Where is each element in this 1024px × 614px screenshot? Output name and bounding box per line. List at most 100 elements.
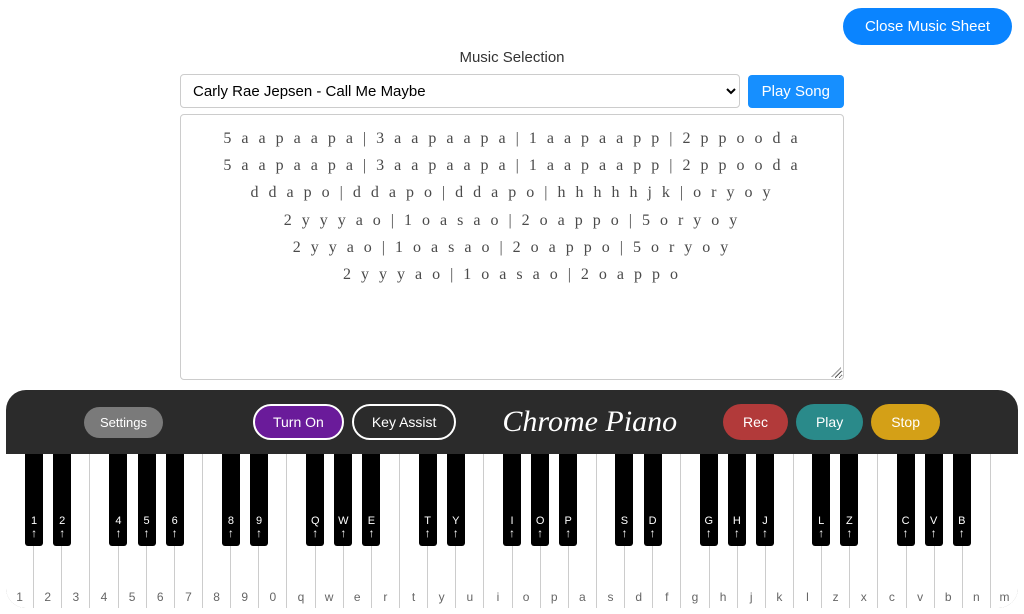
music-sheet-textarea[interactable]: 5 a a p a a p a | 3 a a p a a p a | 1 a … [180, 114, 844, 380]
black-key[interactable]: C↑ [897, 454, 915, 546]
white-key-label: 7 [175, 590, 202, 604]
black-key-label: P↑ [559, 515, 577, 540]
white-key-label: k [766, 590, 793, 604]
white-key-label: r [372, 590, 399, 604]
black-key-label: 9↑ [250, 515, 268, 540]
white-key-label: i [484, 590, 511, 604]
sheet-line: 5 a a p a a p a | 3 a a p a a p a | 1 a … [195, 125, 829, 152]
black-key[interactable]: 8↑ [222, 454, 240, 546]
black-key[interactable]: Z↑ [840, 454, 858, 546]
black-key-label: 2↑ [53, 515, 71, 540]
black-key-label: D↑ [644, 515, 662, 540]
black-key[interactable]: 2↑ [53, 454, 71, 546]
black-key-label: V↑ [925, 515, 943, 540]
black-key[interactable]: W↑ [334, 454, 352, 546]
black-key-label: I↑ [503, 515, 521, 540]
black-key-label: B↑ [953, 515, 971, 540]
black-key[interactable]: 1↑ [25, 454, 43, 546]
piano-panel: Settings Turn On Key Assist Chrome Piano… [6, 390, 1018, 608]
black-key[interactable]: E↑ [362, 454, 380, 546]
black-key[interactable]: O↑ [531, 454, 549, 546]
black-key-label: Q↑ [306, 515, 324, 540]
white-key-label: b [935, 590, 962, 604]
white-key-label: j [738, 590, 765, 604]
piano-keyboard: 1234567890qwertyuiopasdfghjklzxcvbnm 1↑2… [6, 454, 1018, 608]
play-button[interactable]: Play [796, 404, 863, 440]
white-key-label: x [850, 590, 877, 604]
black-key-label: J↑ [756, 515, 774, 540]
black-key[interactable]: Y↑ [447, 454, 465, 546]
white-key-label: 5 [119, 590, 146, 604]
white-key[interactable]: m [991, 454, 1018, 608]
white-key-label: n [963, 590, 990, 604]
sheet-line: 2 y y y a o | 1 o a s a o | 2 o a p p o … [195, 207, 829, 234]
black-key-label: Y↑ [447, 515, 465, 540]
black-key[interactable]: L↑ [812, 454, 830, 546]
white-key-label: 3 [62, 590, 89, 604]
key-assist-button[interactable]: Key Assist [352, 404, 457, 440]
sheet-line: 2 y y y a o | 1 o a s a o | 2 o a p p o [195, 261, 829, 288]
play-song-button[interactable]: Play Song [748, 75, 844, 108]
white-key-label: q [287, 590, 314, 604]
white-key-label: l [794, 590, 821, 604]
black-key-label: C↑ [897, 515, 915, 540]
black-key-label: O↑ [531, 515, 549, 540]
white-key-label: c [878, 590, 905, 604]
black-key[interactable]: H↑ [728, 454, 746, 546]
white-key-label: 4 [90, 590, 117, 604]
sheet-line: 2 y y a o | 1 o a s a o | 2 o a p p o | … [195, 234, 829, 261]
stop-button[interactable]: Stop [871, 404, 940, 440]
black-key[interactable]: D↑ [644, 454, 662, 546]
black-key-label: 1↑ [25, 515, 43, 540]
white-key-label: 0 [259, 590, 286, 604]
black-key[interactable]: 5↑ [138, 454, 156, 546]
sheet-line: d d a p o | d d a p o | d d a p o | h h … [195, 179, 829, 206]
black-key[interactable]: G↑ [700, 454, 718, 546]
white-key-label: w [316, 590, 343, 604]
white-key-label: o [513, 590, 540, 604]
record-button[interactable]: Rec [723, 404, 788, 440]
black-key-label: 6↑ [166, 515, 184, 540]
black-key-label: T↑ [419, 515, 437, 540]
settings-button[interactable]: Settings [84, 407, 163, 438]
black-key[interactable]: P↑ [559, 454, 577, 546]
black-key[interactable]: S↑ [615, 454, 633, 546]
black-key[interactable]: B↑ [953, 454, 971, 546]
black-key[interactable]: I↑ [503, 454, 521, 546]
black-key-label: S↑ [615, 515, 633, 540]
white-key-label: z [822, 590, 849, 604]
song-select[interactable]: Carly Rae Jepsen - Call Me Maybe [180, 74, 740, 108]
white-key-label: t [400, 590, 427, 604]
white-key-label: m [991, 590, 1018, 604]
white-key-label: 9 [231, 590, 258, 604]
white-key-label: u [456, 590, 483, 604]
close-music-sheet-button[interactable]: Close Music Sheet [843, 8, 1012, 45]
app-title: Chrome Piano [456, 405, 723, 439]
black-key[interactable]: T↑ [419, 454, 437, 546]
white-key-label: 1 [6, 590, 33, 604]
white-key-label: e [344, 590, 371, 604]
black-key-label: G↑ [700, 515, 718, 540]
black-key[interactable]: Q↑ [306, 454, 324, 546]
white-key-label: y [428, 590, 455, 604]
black-key-label: H↑ [728, 515, 746, 540]
music-selection-title: Music Selection [0, 49, 1024, 66]
black-key-label: L↑ [812, 515, 830, 540]
black-key-label: W↑ [334, 515, 352, 540]
black-key-label: Z↑ [840, 515, 858, 540]
black-key-label: E↑ [362, 515, 380, 540]
white-key-label: h [710, 590, 737, 604]
white-key-label: s [597, 590, 624, 604]
white-key-label: d [625, 590, 652, 604]
black-key[interactable]: V↑ [925, 454, 943, 546]
white-key-label: p [541, 590, 568, 604]
white-key-label: g [681, 590, 708, 604]
black-key[interactable]: 6↑ [166, 454, 184, 546]
white-key-label: 8 [203, 590, 230, 604]
black-key[interactable]: 4↑ [109, 454, 127, 546]
white-key-label: 2 [34, 590, 61, 604]
black-key[interactable]: J↑ [756, 454, 774, 546]
black-key-label: 5↑ [138, 515, 156, 540]
turn-on-button[interactable]: Turn On [253, 404, 344, 440]
black-key[interactable]: 9↑ [250, 454, 268, 546]
